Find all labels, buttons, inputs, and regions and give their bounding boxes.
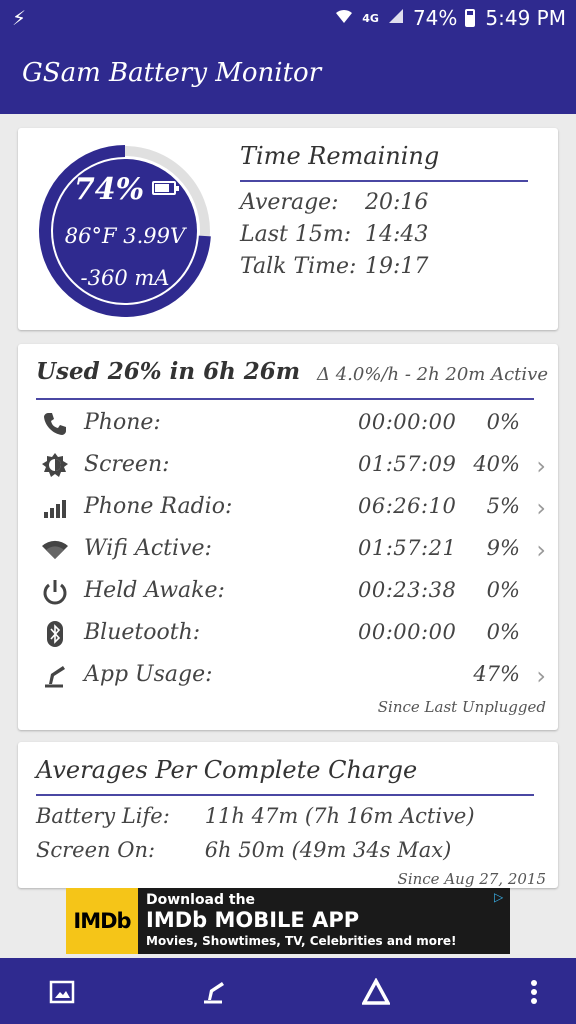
row-time: 01:57:09	[358, 452, 457, 476]
adchoices-icon[interactable]: ▷	[494, 890, 508, 904]
ad-banner[interactable]: IMDb Download the IMDb MOBILE APP Movies…	[66, 888, 510, 954]
row-label: Screen On:	[36, 838, 156, 862]
image-icon[interactable]	[42, 972, 82, 1012]
chevron-right-icon[interactable]: ›	[536, 662, 546, 690]
row-percent: 0%	[486, 578, 520, 602]
row-value: 19:17	[365, 254, 429, 279]
row-label: Battery Life:	[36, 804, 170, 828]
time-remaining-talk-time: Talk Time: 19:17	[240, 254, 428, 279]
row-percent: 9%	[486, 536, 520, 560]
usage-title: Used 26% in 6h 26m	[36, 358, 301, 385]
bluetooth-icon	[40, 620, 70, 650]
battery-icon	[465, 9, 476, 27]
divider	[36, 398, 534, 400]
row-label: Bluetooth:	[84, 620, 201, 645]
gauge-percent-text: 74%	[73, 172, 145, 207]
row-label: App Usage:	[84, 662, 213, 687]
row-percent: 47%	[473, 662, 520, 686]
row-percent: 40%	[473, 452, 520, 476]
chevron-right-icon[interactable]: ›	[536, 494, 546, 522]
app-usage-icon[interactable]	[194, 972, 234, 1012]
ad-line-1: Download the	[146, 892, 256, 908]
row-label: Wifi Active:	[84, 536, 212, 561]
time-remaining-title: Time Remaining	[240, 142, 440, 170]
time-remaining-last15m: Last 15m: 14:43	[240, 222, 428, 247]
bottom-bar	[0, 958, 576, 1024]
delta-icon[interactable]	[356, 972, 396, 1012]
signal-icon	[387, 6, 405, 30]
usage-row-held-awake[interactable]: Held Awake: 00:23:38 0%	[18, 574, 558, 614]
wifi-status-icon	[334, 7, 354, 30]
battery-gauge[interactable]: 74% 86°F 3.99V -360 mA	[36, 142, 214, 320]
row-time: 06:26:10	[358, 494, 457, 518]
screen-brightness-icon	[40, 452, 70, 482]
row-value: 11h 47m (7h 16m Active)	[204, 804, 475, 828]
row-time: 00:00:00	[358, 410, 457, 434]
since-last-unplugged: Since Last Unplugged	[377, 698, 546, 716]
gauge-temp-voltage: 86°F 3.99V	[64, 224, 186, 248]
usage-rate: Δ 4.0%/h - 2h 20m Active	[317, 364, 548, 385]
status-bar: ⚡ 4G 74% 5:49 PM	[0, 0, 576, 36]
row-percent: 0%	[486, 410, 520, 434]
network-type: 4G	[362, 11, 379, 25]
usage-row-screen[interactable]: Screen: 01:57:09 40% ›	[18, 448, 558, 488]
usage-row-wifi[interactable]: Wifi Active: 01:57:21 9% ›	[18, 532, 558, 572]
chevron-right-icon[interactable]: ›	[536, 536, 546, 564]
row-value: 14:43	[365, 222, 429, 247]
ad-line-3: Movies, Showtimes, TV, Celebrities and m…	[146, 934, 457, 948]
row-value: 6h 50m (49m 34s Max)	[204, 838, 452, 862]
row-percent: 0%	[486, 620, 520, 644]
usage-row-phone-radio[interactable]: Phone Radio: 06:26:10 5% ›	[18, 490, 558, 530]
flash-icon: ⚡	[12, 6, 27, 30]
averages-card[interactable]: Averages Per Complete Charge Battery Lif…	[18, 742, 558, 888]
usage-row-app-usage[interactable]: App Usage: 47% ›	[18, 658, 558, 698]
row-time: 01:57:21	[358, 536, 457, 560]
app-bar: GSam Battery Monitor	[0, 36, 576, 114]
row-time: 00:23:38	[358, 578, 457, 602]
usage-row-bluetooth[interactable]: Bluetooth: 00:00:00 0%	[18, 616, 558, 656]
battery-percent: 74%	[412, 6, 458, 30]
row-label: Screen:	[84, 452, 170, 477]
wifi-icon	[40, 536, 70, 566]
averages-title: Averages Per Complete Charge	[36, 756, 418, 784]
row-label: Held Awake:	[84, 578, 225, 603]
usage-card: Used 26% in 6h 26m Δ 4.0%/h - 2h 20m Act…	[18, 344, 558, 730]
signal-bars-icon	[40, 494, 70, 524]
row-label: Last 15m:	[240, 222, 352, 247]
status-icons: 4G 74% 5:49 PM	[334, 6, 566, 30]
average-battery-life: Battery Life: 11h 47m (7h 16m Active)	[36, 804, 475, 828]
divider	[240, 180, 528, 182]
app-usage-icon	[40, 662, 70, 692]
row-label: Talk Time:	[240, 254, 357, 279]
overflow-menu-icon[interactable]	[514, 972, 554, 1012]
time-remaining-average: Average: 20:16	[240, 190, 428, 215]
chevron-right-icon[interactable]: ›	[536, 452, 546, 480]
row-value: 20:16	[365, 190, 429, 215]
app-title: GSam Battery Monitor	[22, 58, 322, 88]
row-percent: 5%	[486, 494, 520, 518]
imdb-logo: IMDb	[66, 888, 138, 954]
row-time: 00:00:00	[358, 620, 457, 644]
average-screen-on: Screen On: 6h 50m (49m 34s Max)	[36, 838, 451, 862]
divider	[36, 794, 534, 796]
usage-row-phone[interactable]: Phone: 00:00:00 0%	[18, 406, 558, 446]
clock: 5:49 PM	[485, 6, 566, 30]
averages-since: Since Aug 27, 2015	[397, 870, 546, 888]
phone-icon	[40, 410, 70, 440]
row-label: Phone Radio:	[84, 494, 233, 519]
gauge-percent: 74%	[36, 172, 214, 207]
time-remaining-card[interactable]: 74% 86°F 3.99V -360 mA Time Remaining Av…	[18, 128, 558, 330]
ad-line-2: IMDb MOBILE APP	[146, 908, 360, 932]
row-label: Phone:	[84, 410, 161, 435]
row-label: Average:	[240, 190, 339, 215]
gauge-current: -360 mA	[80, 266, 170, 290]
battery-icon	[152, 181, 180, 195]
power-icon	[40, 578, 70, 608]
